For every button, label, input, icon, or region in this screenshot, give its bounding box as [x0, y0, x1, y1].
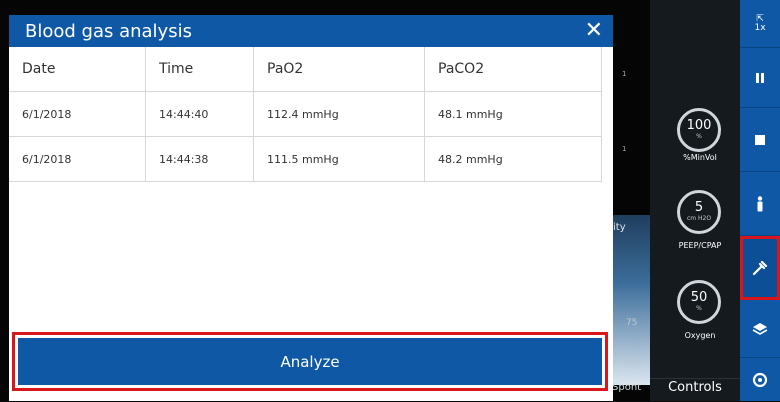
cell-time: 14:44:40	[145, 91, 254, 137]
minvol-value: 100	[686, 118, 712, 133]
cell-paco2: 48.1 mmHg	[424, 91, 602, 137]
column-header-paco2: PaCO2	[424, 47, 602, 92]
peep-value: 5	[694, 200, 704, 215]
cell-date: 6/1/2018	[9, 136, 146, 182]
layers-button[interactable]	[740, 300, 780, 358]
minvol-unit: %	[696, 133, 702, 140]
zoom-button[interactable]: ⇱ 1x	[740, 0, 780, 48]
cell-pao2: 112.4 mmHg	[253, 91, 425, 137]
peep-knob[interactable]: 5 cm H2O	[677, 190, 721, 234]
oxygen-label: Oxygen	[684, 331, 716, 340]
close-icon[interactable]: ✕	[585, 20, 603, 42]
gauge-tick-75: 75	[626, 318, 638, 328]
pause-icon	[756, 72, 764, 83]
column-header-time: Time	[145, 47, 254, 92]
tools-icon	[752, 260, 768, 275]
zoom-label: 1x	[754, 22, 766, 33]
blood-gas-table: Date Time PaO2 PaCO2 6/1/2018 14:44:40 1…	[9, 47, 602, 182]
layers-icon	[752, 322, 768, 335]
peep-unit: cm H2O	[686, 215, 712, 222]
controls-button[interactable]: Controls	[650, 378, 740, 402]
column-header-date: Date	[9, 47, 146, 92]
dialog-header: Blood gas analysis ✕	[9, 15, 613, 47]
cell-time: 14:44:38	[145, 136, 254, 182]
stop-icon	[755, 134, 765, 145]
column-header-pao2: PaO2	[253, 47, 425, 92]
controls-panel: 100 % %MinVol 5 cm H2O PEEP/CPAP 50 % Ox…	[650, 0, 740, 401]
table-row[interactable]: 6/1/2018 14:44:40 112.4 mmHg 48.1 mmHg	[9, 91, 602, 137]
volume-gauge-label: ity	[613, 222, 626, 233]
minvol-knob[interactable]: 100 %	[677, 108, 721, 152]
oxygen-unit: %	[696, 305, 702, 312]
oxygen-value: 50	[690, 290, 708, 305]
table-row[interactable]: 6/1/2018 14:44:38 111.5 mmHg 48.2 mmHg	[9, 136, 602, 182]
analyze-button[interactable]: Analyze	[18, 338, 602, 385]
minvol-label: %MinVol	[683, 153, 717, 162]
peep-label: PEEP/CPAP	[678, 241, 722, 250]
pause-button[interactable]	[740, 48, 780, 108]
waveform-tick: 1	[622, 145, 627, 153]
gauge-tick-100: 100	[624, 357, 642, 367]
analyze-highlight: Analyze	[12, 332, 608, 391]
blood-gas-dialog: Blood gas analysis ✕ Date Time PaO2 PaCO…	[9, 15, 613, 401]
cell-date: 6/1/2018	[9, 91, 146, 137]
stop-button[interactable]	[740, 108, 780, 172]
patient-button[interactable]	[740, 172, 780, 236]
patient-icon	[757, 195, 763, 211]
action-sidebar: ⇱ 1x	[740, 0, 780, 401]
target-icon	[752, 372, 768, 387]
table-header-row: Date Time PaO2 PaCO2	[9, 47, 602, 92]
dialog-title: Blood gas analysis	[25, 20, 192, 42]
cell-pao2: 111.5 mmHg	[253, 136, 425, 182]
oxygen-knob[interactable]: 50 %	[677, 280, 721, 324]
tools-button[interactable]	[740, 236, 780, 300]
waveform-tick: 1	[622, 70, 627, 78]
cell-paco2: 48.2 mmHg	[424, 136, 602, 182]
table-scrollbar[interactable]	[603, 47, 613, 327]
mode-label: Spont	[612, 382, 642, 393]
target-button[interactable]	[740, 358, 780, 401]
